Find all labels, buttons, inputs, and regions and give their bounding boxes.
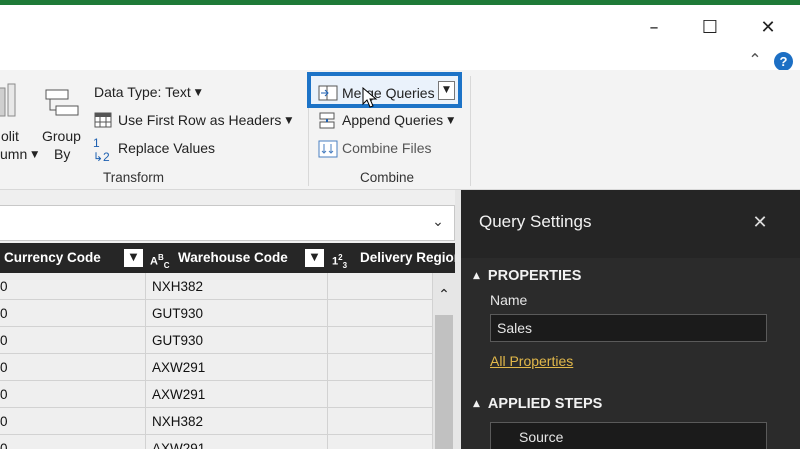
combine-group-label: Combine [360,170,415,185]
collapse-triangle-icon: ▲ [473,271,480,281]
close-icon[interactable]: ✕ [747,210,773,236]
ribbon-separator [470,76,471,186]
cell-warehouse[interactable]: AXW291 [146,435,328,449]
cell-warehouse[interactable]: AXW291 [146,354,328,381]
cell-delivery[interactable] [328,273,433,300]
cell-currency[interactable]: 0 [0,273,146,300]
group-by-label-1[interactable]: Group [42,128,81,144]
merge-queries-icon [318,85,338,101]
expand-formula-icon[interactable]: ⌄ [428,210,448,234]
chevron-down-icon: ▼ [285,116,293,126]
transform-group-label: Transform [103,170,165,185]
column-filter-icon[interactable]: ▼ [305,249,324,267]
chevron-down-icon: ▼ [194,88,202,98]
applied-steps-section[interactable]: ▲ APPLIED STEPS [473,396,602,412]
data-type-label: Data Type: Text [94,84,191,100]
cell-warehouse[interactable]: GUT930 [146,327,328,354]
vertical-scrollbar[interactable]: ⌃ [433,273,455,449]
table-row: 0 NXH382 [0,408,433,435]
table-row: 0 GUT930 [0,300,433,327]
cell-currency[interactable]: 0 [0,435,146,449]
scrollbar-thumb[interactable] [435,315,453,449]
append-queries-label: Append Queries [342,112,444,128]
cell-currency[interactable]: 0 [0,300,146,327]
append-queries-button[interactable]: Append Queries ▼ [342,112,454,128]
split-column-label-1[interactable]: olit [1,128,19,144]
table-row: 0 AXW291 [0,354,433,381]
cell-warehouse[interactable]: NXH382 [146,273,328,300]
formula-bar[interactable] [0,205,455,241]
cell-delivery[interactable] [328,435,433,449]
maximize-icon[interactable]: ☐ [690,13,730,43]
column-header-currency-code[interactable]: Currency Code [4,243,101,273]
group-by-label-2[interactable]: By [54,146,70,162]
query-settings-pane: Query Settings ✕ ▲ PROPERTIES Name Sales … [461,190,800,449]
chevron-down-icon: ▼ [447,116,455,126]
grid-header: Currency Code ▼ ABC Warehouse Code ▼ 123… [0,243,459,273]
combine-files-button[interactable]: Combine Files [342,140,431,156]
combine-files-icon [318,140,338,158]
cell-currency[interactable]: 0 [0,327,146,354]
merge-queries-button[interactable]: Merge Queries [342,85,435,101]
query-name-input[interactable]: Sales [490,314,767,342]
data-grid: 0 NXH382 0 GUT930 0 GUT930 0 AXW291 0 AX… [0,273,455,449]
cell-currency[interactable]: 0 [0,381,146,408]
close-icon[interactable]: ✕ [748,13,788,43]
cell-currency[interactable]: 0 [0,354,146,381]
properties-header: PROPERTIES [487,268,582,284]
name-label: Name [490,292,528,308]
cell-warehouse[interactable]: GUT930 [146,300,328,327]
cell-delivery[interactable] [328,381,433,408]
split-column-button[interactable]: umn ▼ [0,146,38,162]
applied-steps-header: APPLIED STEPS [487,396,603,412]
cell-warehouse[interactable]: AXW291 [146,381,328,408]
table-row: 0 AXW291 [0,381,433,408]
text-type-icon[interactable]: ABC [150,243,170,273]
column-filter-icon[interactable]: ▼ [124,249,143,267]
cell-warehouse[interactable]: NXH382 [146,408,328,435]
cell-currency[interactable]: 0 [0,408,146,435]
all-properties-link[interactable]: All Properties [490,353,573,369]
collapse-ribbon-icon[interactable]: ⌃ [744,49,766,71]
column-header-warehouse-code[interactable]: Warehouse Code [178,243,288,273]
chevron-down-icon: ▼ [31,150,39,160]
column-header-delivery-region[interactable]: Delivery Regior [360,243,459,273]
split-column-icon[interactable] [0,82,22,118]
append-queries-icon [319,112,335,129]
applied-step-item[interactable]: Source [490,422,767,449]
table-row: 0 NXH382 [0,273,433,300]
number-type-icon[interactable]: 123 [332,243,347,273]
data-type-button[interactable]: Data Type: Text ▼ [94,84,202,100]
table-row: 0 GUT930 [0,327,433,354]
use-first-row-label: Use First Row as Headers [118,112,282,128]
replace-values-button[interactable]: Replace Values [118,140,215,156]
collapse-triangle-icon: ▲ [473,399,480,409]
scroll-up-icon[interactable]: ⌃ [433,287,455,307]
mouse-cursor-icon [362,87,378,108]
table-row: 0 AXW291 [0,435,433,449]
properties-section[interactable]: ▲ PROPERTIES [473,268,581,284]
cell-delivery[interactable] [328,354,433,381]
split-column-label-2: umn [0,146,28,162]
minimize-icon[interactable]: – [634,13,674,43]
cell-delivery[interactable] [328,300,433,327]
title-bar: – ☐ ✕ ⌃ ? [0,5,800,71]
table-headers-icon [94,112,112,128]
use-first-row-button[interactable]: Use First Row as Headers ▼ [118,112,292,128]
merge-queries-dropdown[interactable]: ▼ [438,81,455,100]
help-icon[interactable]: ? [774,52,793,71]
cell-delivery[interactable] [328,408,433,435]
group-by-icon[interactable] [44,86,84,120]
query-settings-title: Query Settings [479,212,592,231]
replace-values-icon: 1 ↳2 [93,136,110,164]
cell-delivery[interactable] [328,327,433,354]
